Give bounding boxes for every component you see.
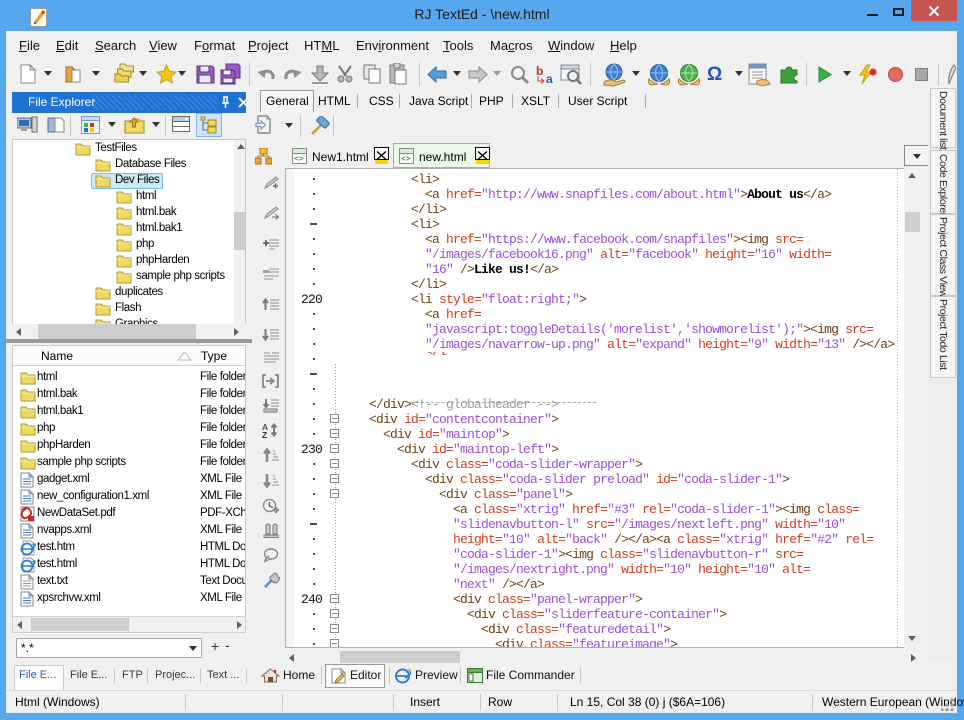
- svg-text:<>: <>: [401, 154, 411, 163]
- svg-text:Z: Z: [262, 430, 267, 439]
- svg-text:<>: <>: [294, 154, 304, 163]
